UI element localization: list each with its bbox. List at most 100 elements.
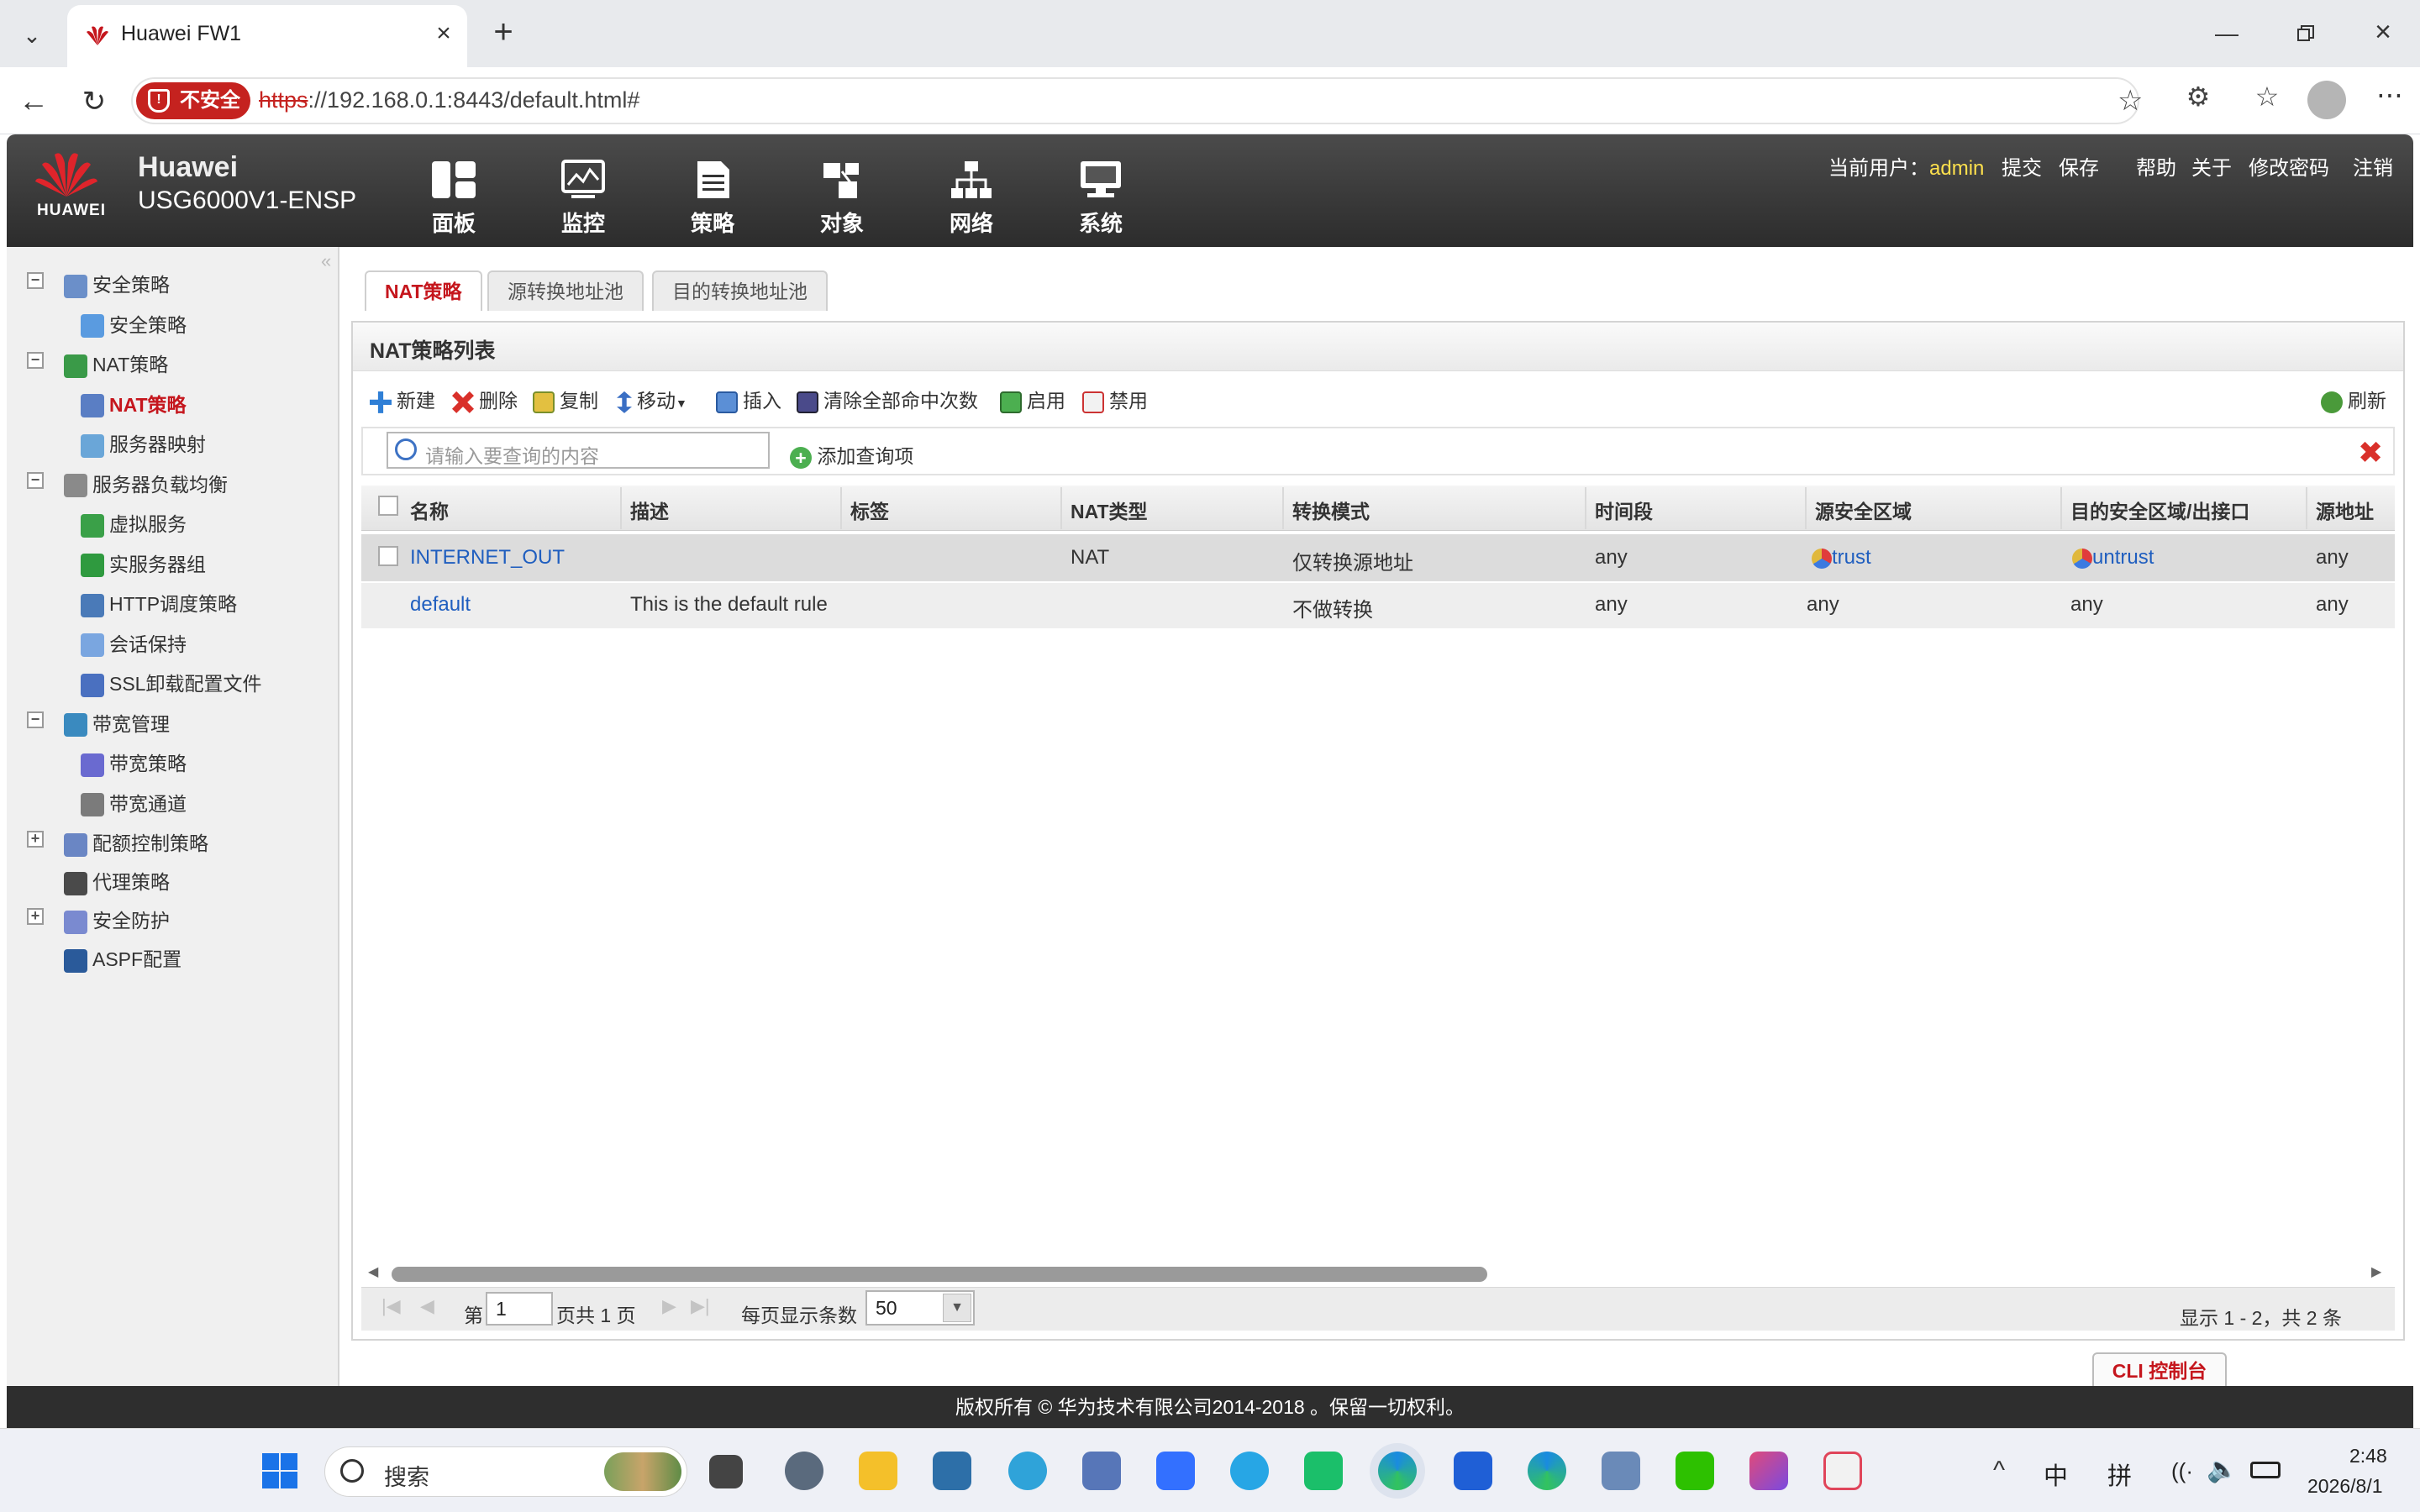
xmind-icon[interactable]: [1749, 1452, 1788, 1490]
profile-avatar[interactable]: [2307, 81, 2346, 119]
clock-time[interactable]: 2:48: [2349, 1445, 2387, 1467]
header-action-about[interactable]: 关于: [2191, 151, 2232, 181]
last-page-icon[interactable]: ▶|: [691, 1295, 710, 1317]
file-explorer-icon[interactable]: [859, 1452, 897, 1490]
sidebar-item[interactable]: 安全防护: [64, 905, 170, 934]
header-action-change-password[interactable]: 修改密码: [2249, 151, 2329, 181]
sidebar-item[interactable]: NAT策略: [64, 349, 168, 378]
search-input[interactable]: 请输入要查询的内容: [387, 432, 770, 469]
collapse-icon[interactable]: −: [27, 711, 44, 728]
nav-system[interactable]: 系统: [1059, 160, 1143, 244]
extensions-icon[interactable]: ⚙: [2180, 81, 2217, 118]
nav-dashboard[interactable]: 面板: [412, 160, 496, 244]
tab-source-nat-pool[interactable]: 源转换地址池: [487, 270, 644, 311]
sidebar-item[interactable]: 虚拟服务: [81, 508, 187, 538]
refresh-button[interactable]: 刷新: [2321, 385, 2386, 413]
header-action-save[interactable]: 保存: [2059, 151, 2099, 181]
delete-button[interactable]: 删除: [452, 385, 518, 413]
header-action-logout[interactable]: 注销: [2353, 151, 2393, 181]
collapse-icon[interactable]: −: [27, 272, 44, 289]
new-button[interactable]: 新建: [370, 385, 435, 413]
insert-button[interactable]: 插入: [716, 385, 781, 413]
col-time-range[interactable]: 时间段: [1595, 496, 1653, 524]
start-windows-icon[interactable]: [260, 1452, 299, 1490]
ime-chinese-indicator[interactable]: 中: [2044, 1457, 2068, 1492]
col-name[interactable]: 名称: [410, 496, 449, 524]
store-bag-icon[interactable]: [1304, 1452, 1343, 1490]
add-query-button[interactable]: + 添加查询项: [790, 440, 913, 469]
nav-network[interactable]: 网络: [929, 160, 1013, 244]
horizontal-scrollbar-thumb[interactable]: [392, 1267, 1487, 1282]
sidebar-item[interactable]: 带宽策略: [81, 748, 187, 777]
collapse-sidebar-icon[interactable]: «: [321, 250, 331, 272]
col-tag[interactable]: 标签: [850, 496, 889, 524]
sidebar-item[interactable]: 会话保持: [81, 628, 187, 658]
row-name-link[interactable]: INTERNET_OUT: [410, 546, 565, 570]
sidebar-item[interactable]: 代理策略: [64, 866, 170, 895]
cli-console-button[interactable]: CLI 控制台: [2092, 1352, 2227, 1386]
reload-icon[interactable]: ↻: [76, 84, 113, 121]
taskbar-search-box[interactable]: 搜索: [324, 1446, 687, 1497]
clear-search-icon[interactable]: ✖: [2358, 435, 2383, 470]
edge-browser-icon[interactable]: [1378, 1452, 1417, 1490]
nav-monitor[interactable]: 监控: [541, 160, 625, 244]
virtualbox-icon[interactable]: [1082, 1452, 1121, 1490]
expand-icon[interactable]: +: [27, 908, 44, 925]
wireshark-icon[interactable]: [1602, 1452, 1640, 1490]
page-number-input[interactable]: 1: [486, 1292, 553, 1326]
sidebar-item[interactable]: 安全策略: [64, 269, 170, 298]
tab-list-chevron-icon[interactable]: ⌄: [15, 18, 49, 52]
back-icon[interactable]: ←: [15, 84, 52, 121]
col-translation-mode[interactable]: 转换模式: [1292, 496, 1370, 524]
sidebar-item[interactable]: 带宽管理: [64, 708, 170, 738]
scroll-right-icon[interactable]: ▶: [2371, 1263, 2381, 1280]
expand-icon[interactable]: +: [27, 831, 44, 848]
sidebar-item[interactable]: SSL卸载配置文件: [81, 668, 261, 697]
copy-button[interactable]: 复制: [533, 385, 598, 413]
source-zone-link[interactable]: trust: [1832, 546, 1871, 569]
row-name-link[interactable]: default: [410, 593, 471, 617]
close-window-icon[interactable]: ×: [2366, 15, 2400, 49]
url-field[interactable]: ! 不安全 https://192.168.0.1:8443/default.h…: [131, 77, 2143, 124]
disable-button[interactable]: 禁用: [1082, 385, 1148, 413]
more-menu-icon[interactable]: ⋯: [2371, 79, 2408, 116]
wechat-icon[interactable]: [1676, 1452, 1714, 1490]
next-page-icon[interactable]: ▶: [662, 1295, 676, 1317]
col-destination-zone[interactable]: 目的安全区域/出接口: [2070, 496, 2249, 524]
header-action-submit[interactable]: 提交: [2002, 151, 2042, 181]
scroll-left-icon[interactable]: ◀: [368, 1263, 378, 1280]
prev-page-icon[interactable]: ◀: [420, 1295, 434, 1317]
sidebar-item[interactable]: HTTP调度策略: [81, 588, 237, 617]
header-action-help[interactable]: 帮助: [2136, 151, 2176, 181]
settings-gear-icon[interactable]: [785, 1452, 823, 1490]
favorite-star-icon[interactable]: ☆: [2118, 84, 2143, 118]
move-button[interactable]: 移动▼: [617, 385, 687, 413]
tab-close-icon[interactable]: ×: [427, 17, 460, 50]
new-tab-icon[interactable]: +: [484, 13, 523, 52]
col-description[interactable]: 描述: [630, 496, 669, 524]
ime-pinyin-indicator[interactable]: 拼: [2107, 1457, 2132, 1492]
col-source-address[interactable]: 源地址: [2316, 496, 2374, 524]
sidebar-item[interactable]: 安全策略: [81, 309, 187, 339]
first-page-icon[interactable]: |◀: [381, 1295, 401, 1317]
blue-l-app-icon[interactable]: [1454, 1452, 1492, 1490]
task-view-icon[interactable]: [709, 1455, 743, 1488]
wifi-icon[interactable]: ((·: [2171, 1458, 2193, 1484]
select-all-checkbox[interactable]: [378, 496, 398, 516]
snipping-tool-icon[interactable]: [1823, 1452, 1862, 1490]
sidebar-item[interactable]: 服务器映射: [81, 428, 206, 458]
col-nat-type[interactable]: NAT类型: [1071, 496, 1148, 524]
sidebar-item[interactable]: NAT策略: [81, 389, 187, 418]
tab-destination-nat-pool[interactable]: 目的转换地址池: [652, 270, 828, 311]
nav-policy[interactable]: 策略: [671, 160, 755, 244]
sidebar-item[interactable]: 实服务器组: [81, 549, 206, 578]
minimize-icon[interactable]: —: [2210, 17, 2244, 50]
ensp-app-icon[interactable]: [933, 1452, 971, 1490]
sidebar-item[interactable]: ASPF配置: [64, 943, 182, 973]
edge-ai-icon[interactable]: [1528, 1452, 1566, 1490]
favorites-icon[interactable]: ☆: [2249, 81, 2286, 118]
collapse-icon[interactable]: −: [27, 471, 44, 489]
tab-nat-policy[interactable]: NAT策略: [365, 270, 482, 311]
sidebar-item[interactable]: 配额控制策略: [64, 827, 208, 857]
sidebar-item[interactable]: 带宽通道: [81, 788, 187, 817]
